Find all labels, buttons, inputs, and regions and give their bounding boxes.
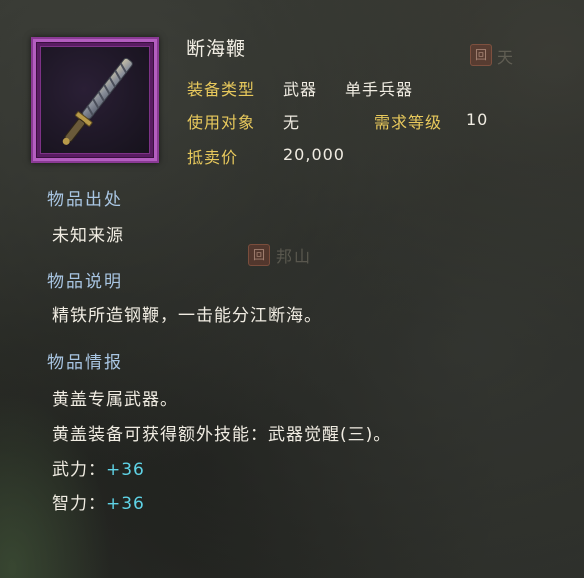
price-label: 抵卖价	[187, 148, 239, 167]
item-level-value: 10	[466, 110, 488, 129]
item-price-value: 20,000	[283, 145, 345, 164]
item-name: 断海鞭	[186, 38, 247, 60]
item-price-row: 抵卖价	[187, 144, 238, 168]
item-level-label: 需求等级	[374, 109, 442, 133]
type-value: 武器	[283, 80, 318, 99]
item-subtype-value: 单手兵器	[345, 76, 413, 100]
item-tooltip-panel: 断海鞭 装备类型 武器 单手兵器 使用对象 无 需求等级 10 抵卖价 20,0…	[0, 0, 584, 578]
item-icon-slot	[31, 37, 159, 163]
info-line-1: 黄盖专属武器。	[52, 390, 178, 410]
stat-intelligence-label: 智力：	[52, 494, 106, 514]
target-label: 使用对象	[187, 113, 256, 132]
target-value: 无	[283, 113, 301, 132]
info-line-2: 黄盖装备可获得额外技能：武器觉醒(三)。	[52, 425, 392, 445]
subtype-value: 单手兵器	[345, 80, 414, 99]
item-target-value: 无	[283, 109, 300, 133]
description-text: 精铁所造钢鞭，一击能分江断海。	[52, 306, 322, 326]
stat-strength-row: 武力：+36	[52, 455, 145, 480]
price-value: 20,000	[283, 145, 345, 164]
stat-strength-label: 武力：	[52, 460, 106, 480]
description-title: 物品说明	[47, 272, 123, 292]
item-target-row: 使用对象	[187, 109, 255, 133]
level-value: 10	[466, 110, 489, 129]
source-title: 物品出处	[47, 190, 123, 210]
source-text: 未知来源	[52, 226, 124, 246]
stat-strength-value: +36	[106, 460, 145, 480]
level-label: 需求等级	[374, 113, 443, 132]
type-label: 装备类型	[187, 80, 256, 99]
stat-intelligence-row: 智力：+36	[52, 489, 145, 514]
whip-weapon-icon	[62, 57, 133, 145]
info-title: 物品情报	[47, 353, 123, 373]
item-type-row: 装备类型	[187, 76, 255, 100]
item-type-value: 武器	[283, 76, 317, 100]
stat-intelligence-value: +36	[106, 494, 145, 514]
